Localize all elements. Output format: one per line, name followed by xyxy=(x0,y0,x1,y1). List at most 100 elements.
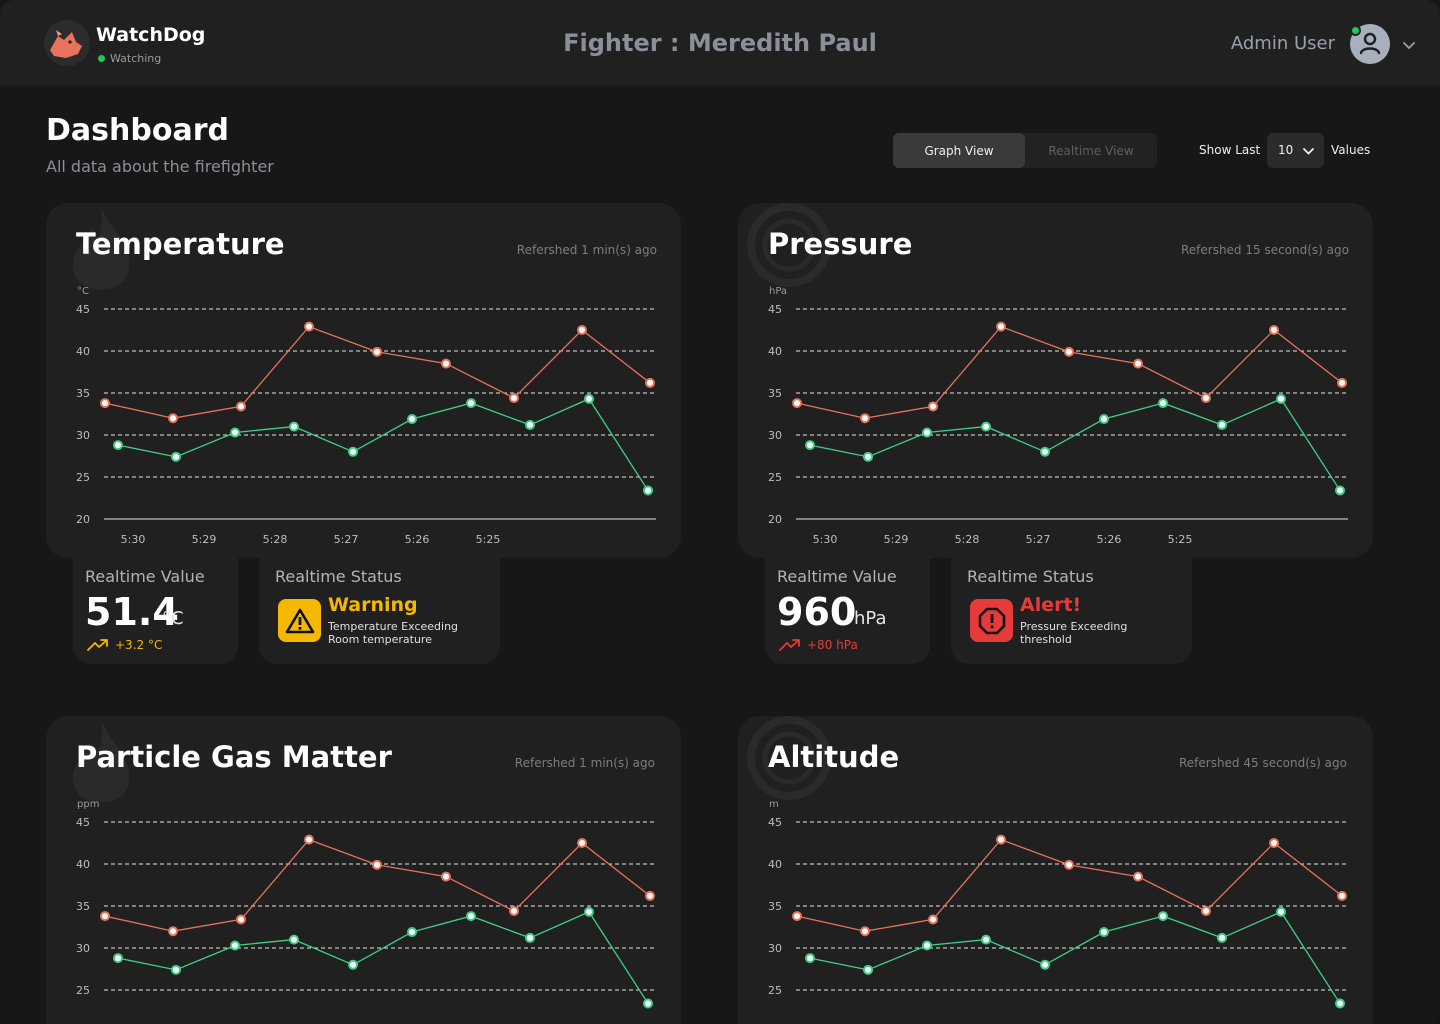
y-tick-label: 30 xyxy=(768,429,782,442)
realtime-delta: +80 hPa xyxy=(779,638,858,652)
realtime-delta-value: +80 hPa xyxy=(807,638,858,652)
data-point xyxy=(922,427,932,438)
series-line xyxy=(104,838,651,932)
realtime-status-label: Realtime Status xyxy=(967,567,1094,586)
data-point xyxy=(1269,325,1279,335)
chevron-down-icon[interactable] xyxy=(1402,38,1416,57)
y-tick-label: 25 xyxy=(768,984,782,997)
data-point xyxy=(168,926,178,937)
data-point xyxy=(928,401,938,412)
x-tick-label: 5:29 xyxy=(192,533,217,546)
data-point xyxy=(584,393,594,404)
series-line xyxy=(104,325,651,419)
y-tick-label: 45 xyxy=(768,816,782,829)
data-point xyxy=(113,440,123,451)
data-point xyxy=(577,838,587,848)
realtime-view-tab[interactable]: Realtime View xyxy=(1025,133,1157,168)
data-point xyxy=(289,934,299,945)
data-point xyxy=(509,393,519,404)
y-tick-label: 30 xyxy=(76,942,90,955)
y-tick-label: 35 xyxy=(76,900,90,913)
show-last-value: 10 xyxy=(1278,143,1294,157)
y-tick-label: 35 xyxy=(768,387,782,400)
status-line-2: threshold xyxy=(1020,633,1072,646)
realtime-delta: +3.2 °C xyxy=(87,638,162,652)
data-point xyxy=(805,440,815,451)
y-tick-label: 25 xyxy=(768,471,782,484)
data-point xyxy=(289,421,299,432)
data-point xyxy=(792,398,802,409)
data-point xyxy=(1040,959,1050,970)
data-point xyxy=(981,934,991,945)
altitude-card: Altitude Refershed 45 second(s) ago m 45 4… xyxy=(738,716,1373,1024)
page-subtitle: All data about the firefighter xyxy=(46,157,274,176)
temperature-card: Temperature Refershed 1 min(s) ago °C 45 4… xyxy=(46,203,681,558)
status-title: Alert! xyxy=(1020,594,1082,616)
data-point xyxy=(304,834,314,845)
pressure-card: Pressure Refershed 15 second(s) ago hPa 4… xyxy=(738,203,1373,558)
data-point xyxy=(863,964,873,975)
data-point xyxy=(407,414,417,425)
app-window: WatchDog Watching Fighter : Meredith Pau… xyxy=(0,0,1440,1024)
y-axis-unit: hPa xyxy=(769,286,787,297)
x-tick-label: 5:25 xyxy=(476,533,501,546)
x-tick-label: 5:29 xyxy=(884,533,909,546)
data-point xyxy=(236,914,246,925)
x-tick-label: 5:26 xyxy=(1097,533,1122,546)
data-point xyxy=(441,871,451,882)
data-point xyxy=(372,346,382,357)
data-point xyxy=(525,932,535,943)
data-point xyxy=(1158,911,1168,922)
show-last-select[interactable]: 10 xyxy=(1267,133,1324,168)
data-point xyxy=(168,413,178,424)
altitude-chart: m 45 40 35 30 25 xyxy=(768,799,1348,1009)
status-line-2: Room temperature xyxy=(328,633,432,646)
data-point xyxy=(348,959,358,970)
data-point xyxy=(1099,414,1109,425)
data-point xyxy=(645,377,655,388)
data-point xyxy=(1064,859,1074,870)
graph-view-tab[interactable]: Graph View xyxy=(893,133,1025,168)
alert-octagon-icon xyxy=(970,599,1013,642)
data-point xyxy=(996,321,1006,332)
data-point xyxy=(645,890,655,901)
trend-up-icon xyxy=(779,639,800,651)
pressure-chart: hPa 45 40 35 30 25 20 5:30 5:29 5:28 5:27 5:26 5:25 xyxy=(768,286,1348,546)
data-point xyxy=(236,401,246,412)
realtime-value: 960 xyxy=(777,590,857,634)
series-line xyxy=(796,325,1343,419)
y-tick-label: 45 xyxy=(768,303,782,316)
y-tick-label: 40 xyxy=(768,345,782,358)
data-point xyxy=(1133,871,1143,882)
data-point xyxy=(1133,358,1143,369)
particle-gas-card: Particle Gas Matter Refershed 1 min(s) a… xyxy=(46,716,681,1024)
data-point xyxy=(171,964,181,975)
data-point xyxy=(304,321,314,332)
data-point xyxy=(441,358,451,369)
y-tick-label: 40 xyxy=(76,345,90,358)
x-tick-label: 5:27 xyxy=(334,533,359,546)
values-label: Values xyxy=(1331,143,1371,157)
y-tick-label: 40 xyxy=(76,858,90,871)
y-tick-label: 25 xyxy=(76,471,90,484)
realtime-value-unit: °C xyxy=(162,608,184,629)
data-point xyxy=(860,413,870,424)
warning-triangle-icon xyxy=(278,599,321,642)
pressure-realtime-value-card: Realtime Value 960 hPa +80 hPa xyxy=(765,558,930,664)
realtime-delta-value: +3.2 °C xyxy=(115,638,163,652)
y-tick-label: 45 xyxy=(76,816,90,829)
data-point xyxy=(1276,906,1286,917)
y-tick-label: 35 xyxy=(76,387,90,400)
user-name[interactable]: Admin User xyxy=(1231,33,1335,54)
data-point xyxy=(372,859,382,870)
temperature-chart: °C 45 40 35 30 25 20 5:30 5:29 5:28 5:27 5:26 5:25 xyxy=(76,286,656,546)
data-point xyxy=(1276,393,1286,404)
data-point xyxy=(1158,398,1168,409)
data-point xyxy=(643,485,653,496)
data-point xyxy=(100,911,110,922)
page-title: Dashboard xyxy=(46,113,229,148)
data-point xyxy=(1217,932,1227,943)
x-tick-label: 5:30 xyxy=(121,533,146,546)
y-axis-unit: m xyxy=(769,799,779,810)
show-last-label: Show Last xyxy=(1199,143,1261,157)
